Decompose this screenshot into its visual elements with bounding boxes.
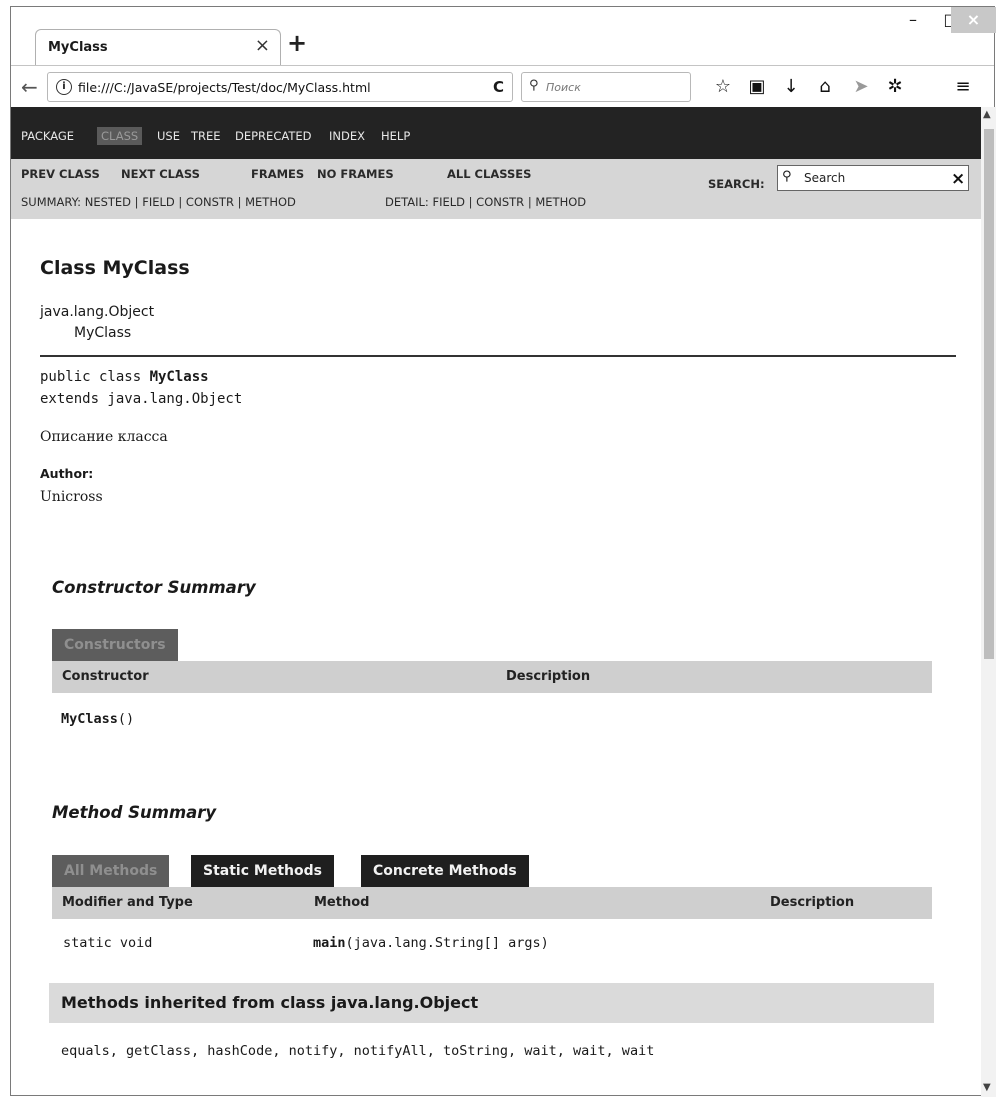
search-icon: ⚲ [529,78,539,93]
search-icon: ⚲ [782,169,792,184]
constructor-row: MyClass() [61,711,134,727]
method-summary-heading: Method Summary [52,803,217,822]
decl-prefix: public class [40,369,150,385]
method-args: (java.lang.String[] args) [345,935,549,951]
constructors-caption: Constructors [52,629,178,661]
nav-deprecated[interactable]: DEPRECATED [235,129,311,143]
top-navigation: PACKAGE CLASS USE TREE DEPRECATED INDEX … [11,107,981,159]
tab-static-methods[interactable]: Static Methods [191,855,334,887]
browser-search-input[interactable]: ⚲ Поиск [521,72,691,102]
author-value: Unicross [40,489,103,505]
method-row: main(java.lang.String[] args) [313,935,549,951]
vertical-scrollbar[interactable]: ▲ ▼ [981,107,996,1097]
scroll-down-icon[interactable]: ▼ [983,1082,991,1093]
download-icon[interactable]: ↓ [779,76,803,97]
nav-index[interactable]: INDEX [329,129,365,143]
scroll-up-icon[interactable]: ▲ [983,109,991,120]
info-icon[interactable]: i [56,79,72,95]
url-bar[interactable]: i file:///C:/JavaSE/projects/Test/doc/My… [47,72,513,102]
doc-search-value[interactable]: Search [804,171,845,185]
puzzle-icon[interactable]: ✲ [883,76,907,97]
tab-concrete-methods[interactable]: Concrete Methods [361,855,529,887]
scroll-thumb[interactable] [984,129,994,659]
browser-search-placeholder: Поиск [546,81,581,94]
all-classes-link[interactable]: ALL CLASSES [447,167,531,181]
divider [40,355,956,357]
inherited-methods-header: Methods inherited from class java.lang.O… [49,983,934,1023]
inheritance-child: MyClass [74,325,132,341]
search-label: SEARCH: [708,177,765,191]
bookmark-star-icon[interactable]: ☆ [711,76,735,97]
constructor-summary-heading: Constructor Summary [52,578,256,597]
close-window-icon[interactable]: × [951,7,996,33]
nav-use[interactable]: USE [157,129,180,143]
menu-icon[interactable]: ≡ [951,76,975,97]
class-declaration: public class MyClass [40,369,209,385]
method-modifier: static void [63,935,153,951]
send-icon[interactable]: ➤ [849,76,873,97]
sub-navigation: PREV CLASS NEXT CLASS FRAMES NO FRAMES A… [11,159,981,219]
detail-links[interactable]: DETAIL: FIELD | CONSTR | METHOD [385,195,586,209]
inherited-methods-list[interactable]: equals, getClass, hashCode, notify, noti… [61,1043,654,1059]
no-frames-link[interactable]: NO FRAMES [317,167,394,181]
nav-tree[interactable]: TREE [191,129,221,143]
inheritance-parent: java.lang.Object [40,304,155,320]
nav-class[interactable]: CLASS [97,127,143,145]
inherited-title: Methods inherited from class java.lang.O… [61,993,479,1012]
col-constructor: Constructor [62,669,149,684]
col-method: Method [314,895,370,910]
tab-bar: MyClass × + – □ × [11,7,996,65]
col-description: Description [506,669,591,684]
nav-bar: ← i file:///C:/JavaSE/projects/Test/doc/… [11,65,994,107]
col-modifier: Modifier and Type [62,895,193,910]
reload-icon[interactable]: C [493,78,504,96]
method-table-header: Modifier and Type Method Description [52,887,932,919]
nav-package[interactable]: PACKAGE [21,129,74,143]
constructor-args: () [117,711,135,727]
minimize-icon[interactable]: – [893,7,933,33]
browser-window: MyClass × + – □ × ← i file:///C:/JavaSE/… [10,6,996,1097]
author-label: Author: [40,466,94,481]
search-clear-icon[interactable]: × [951,169,965,189]
clipboard-icon[interactable]: ▣ [745,76,769,97]
class-extends: extends java.lang.Object [40,391,243,407]
new-tab-icon[interactable]: + [287,29,307,57]
doc-search-input[interactable]: ⚲ Search [777,165,969,191]
prev-class-link[interactable]: PREV CLASS [21,167,100,181]
back-arrow-icon[interactable]: ← [21,75,38,99]
summary-links[interactable]: SUMMARY: NESTED | FIELD | CONSTR | METHO… [21,195,296,209]
page-content: PACKAGE CLASS USE TREE DEPRECATED INDEX … [11,107,981,1097]
decl-name: MyClass [149,369,209,385]
constructor-link[interactable]: MyClass [61,711,118,727]
nav-help[interactable]: HELP [381,129,410,143]
method-link[interactable]: main [313,935,346,951]
tab-myclass[interactable]: MyClass × [35,29,281,65]
col-method-description: Description [770,895,855,910]
tab-close-icon[interactable]: × [255,35,270,56]
frames-link[interactable]: FRAMES [251,167,304,181]
home-icon[interactable]: ⌂ [813,76,837,97]
tab-title: MyClass [48,40,108,55]
class-description: Описание класса [40,429,168,445]
next-class-link[interactable]: NEXT CLASS [121,167,200,181]
constructor-table-header: Constructor Description [52,661,932,693]
url-text[interactable]: file:///C:/JavaSE/projects/Test/doc/MyCl… [78,80,371,95]
page-title: Class MyClass [40,257,190,279]
tab-all-methods[interactable]: All Methods [52,855,170,887]
